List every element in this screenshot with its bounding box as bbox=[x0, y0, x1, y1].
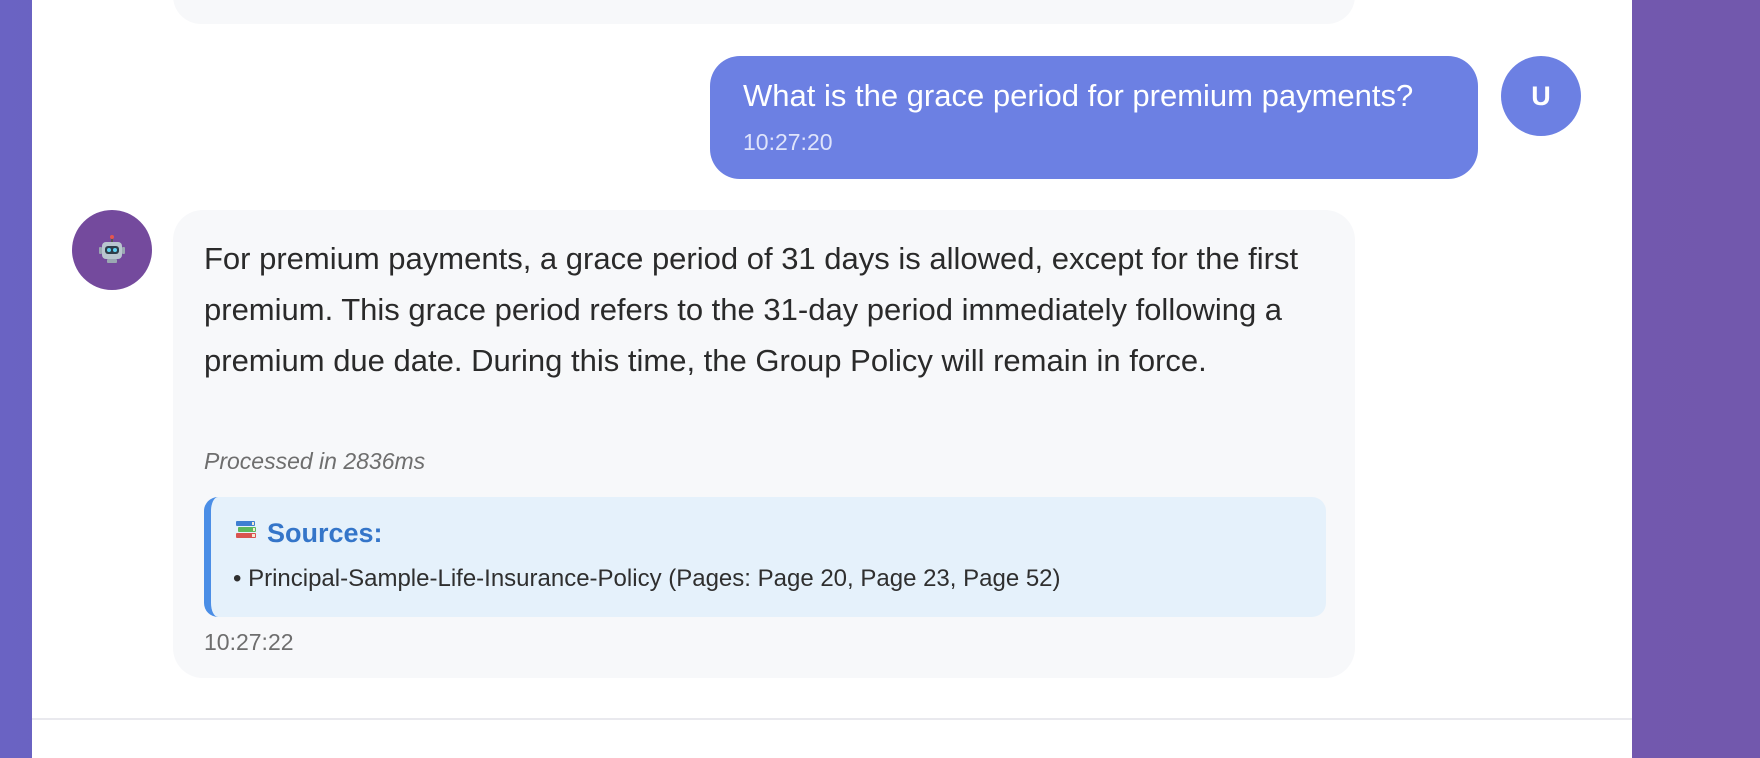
user-message-timestamp: 10:27:20 bbox=[743, 129, 833, 155]
chat-panel: What is the grace period for premium pay… bbox=[32, 0, 1632, 758]
bot-message-timestamp: 10:27:22 bbox=[204, 629, 294, 655]
bot-message-bubble: For premium payments, a grace period of … bbox=[173, 210, 1355, 678]
user-message-bubble: What is the grace period for premium pay… bbox=[710, 56, 1478, 179]
robot-icon bbox=[99, 235, 125, 263]
input-area-divider bbox=[32, 718, 1632, 720]
processing-time: Processed in 2836ms bbox=[204, 448, 426, 474]
sources-title: Sources: bbox=[267, 518, 383, 548]
sources-panel: Sources: • Principal-Sample-Life-Insuran… bbox=[204, 497, 1326, 617]
bot-message-text: For premium payments, a grace period of … bbox=[204, 241, 1299, 378]
previous-message-bubble bbox=[173, 0, 1355, 24]
user-message-text: What is the grace period for premium pay… bbox=[743, 78, 1414, 113]
user-avatar: U bbox=[1501, 56, 1581, 136]
user-avatar-letter: U bbox=[1531, 80, 1551, 111]
source-item: • Principal-Sample-Life-Insurance-Policy… bbox=[233, 565, 1061, 592]
bot-avatar bbox=[72, 210, 152, 290]
books-icon bbox=[233, 517, 259, 550]
sources-heading: Sources: bbox=[233, 517, 383, 550]
